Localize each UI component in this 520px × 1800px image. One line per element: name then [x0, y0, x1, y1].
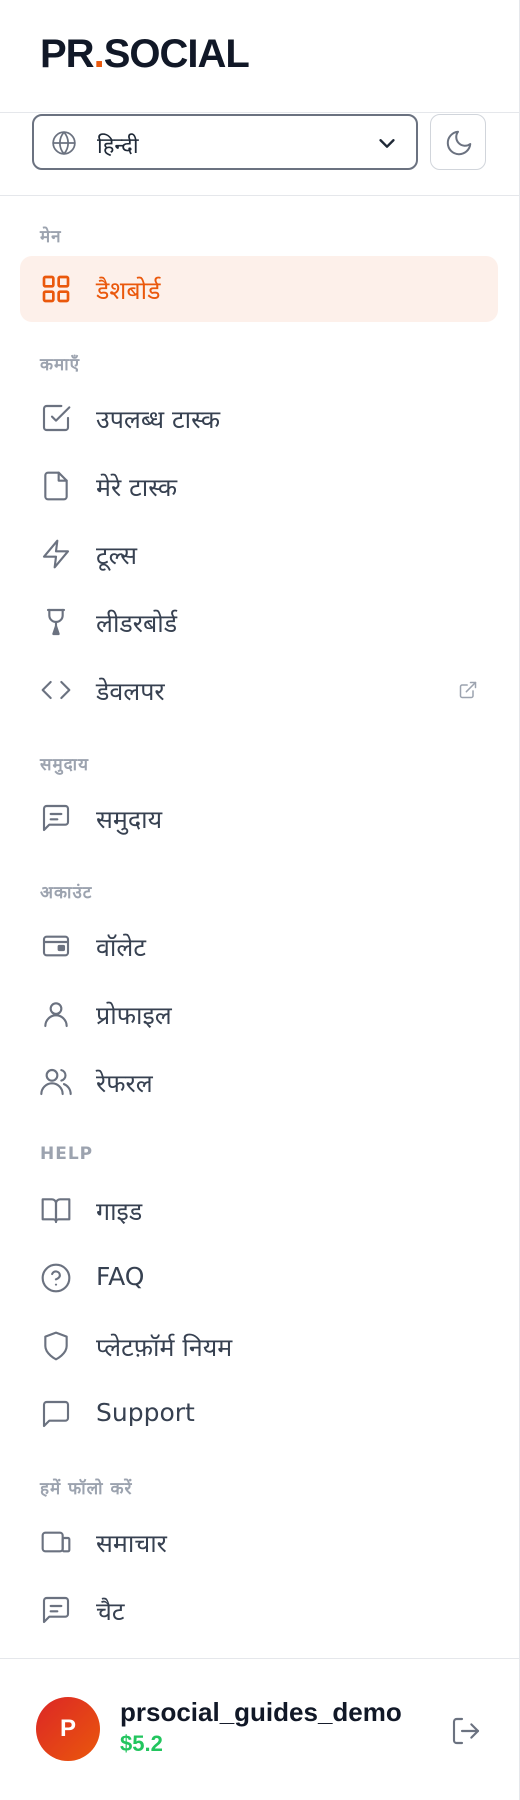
nav-item-guide[interactable]: गाइड — [20, 1177, 498, 1243]
nav-item-my-tasks[interactable]: मेरे टास्क — [20, 453, 498, 519]
nav-label: डैशबोर्ड — [96, 276, 161, 305]
nav-label: समाचार — [96, 1529, 167, 1558]
nav-item-available-tasks[interactable]: उपलब्ध टास्क — [20, 385, 498, 451]
nav-label: डेवलपर — [96, 677, 165, 706]
checkbox-icon — [40, 402, 72, 434]
nav-label: चैट — [96, 1597, 125, 1626]
nav-item-leaderboard[interactable]: लीडरबोर्ड — [20, 589, 498, 655]
wallet-icon — [40, 930, 72, 962]
chevron-down-icon — [376, 132, 398, 154]
file-icon — [40, 470, 72, 502]
nav-item-platform-rules[interactable]: प्लेटफ़ॉर्म नियम — [20, 1313, 498, 1379]
nav-item-wallet[interactable]: वॉलेट — [20, 913, 498, 979]
message-lines-icon — [40, 802, 72, 834]
avatar[interactable]: P — [36, 1697, 100, 1761]
user-icon — [40, 998, 72, 1030]
nav-label: लीडरबोर्ड — [96, 609, 178, 638]
nav-label: वॉलेट — [96, 933, 146, 962]
logout-icon — [452, 1717, 480, 1745]
code-icon — [40, 674, 72, 706]
grid-icon — [40, 273, 72, 305]
brand-logo[interactable]: PR.SOCIAL — [40, 32, 250, 77]
nav-item-referral[interactable]: रेफरल — [20, 1049, 498, 1115]
section-label-help: HELP — [40, 1144, 94, 1164]
theme-toggle-button[interactable] — [430, 114, 486, 170]
sidebar-header: PR.SOCIAL — [0, 0, 519, 113]
nav-item-support[interactable]: Support — [20, 1381, 498, 1447]
section-label-account: अकाउंट — [40, 883, 93, 903]
trophy-icon — [40, 606, 72, 638]
chat-icon — [40, 1594, 72, 1626]
nav-label: Support — [96, 1398, 195, 1427]
nav-label: मेरे टास्क — [96, 473, 178, 502]
language-select-value: हिन्दी — [97, 134, 139, 159]
sidebar-controls: हिन्दी — [0, 113, 519, 196]
nav-label: उपलब्ध टास्क — [96, 405, 221, 434]
sidebar: PR.SOCIAL हिन्दी मेन डैशबोर्ड कमाएँ उपलब… — [0, 0, 520, 1800]
logout-button[interactable] — [450, 1715, 482, 1747]
external-link-icon — [458, 680, 478, 700]
nav-item-developer[interactable]: डेवलपर — [20, 657, 498, 723]
section-label-follow: हमें फॉलो करें — [40, 1479, 133, 1499]
book-open-icon — [40, 1194, 72, 1226]
username: prsocial_guides_demo — [120, 1697, 402, 1727]
globe-icon — [51, 130, 77, 156]
nav-label: प्रोफाइल — [96, 1001, 172, 1030]
section-label-main: मेन — [40, 227, 62, 247]
nav-item-tools[interactable]: टूल्स — [20, 521, 498, 587]
shield-icon — [40, 1330, 72, 1362]
wallet-balance: $5.2 — [120, 1731, 163, 1756]
nav-item-dashboard[interactable]: डैशबोर्ड — [20, 256, 498, 322]
nav-label: गाइड — [96, 1197, 143, 1226]
nav-label: समुदाय — [96, 805, 163, 834]
section-label-earn: कमाएँ — [40, 355, 81, 375]
lightning-icon — [40, 538, 72, 570]
nav-item-community[interactable]: समुदाय — [20, 785, 498, 851]
nav-item-faq[interactable]: FAQ — [20, 1245, 498, 1311]
nav-item-news[interactable]: समाचार — [20, 1509, 498, 1575]
section-label-community: समुदाय — [40, 755, 89, 775]
nav-label: प्लेटफ़ॉर्म नियम — [96, 1333, 233, 1362]
moon-icon — [446, 130, 472, 156]
users-icon — [40, 1066, 72, 1098]
nav-label: FAQ — [96, 1262, 145, 1291]
help-circle-icon — [40, 1262, 72, 1294]
language-select[interactable]: हिन्दी — [32, 114, 418, 170]
message-square-icon — [40, 1398, 72, 1430]
nav-item-chat[interactable]: चैट — [20, 1577, 498, 1643]
devices-icon — [40, 1526, 72, 1558]
nav-label: रेफरल — [96, 1069, 153, 1098]
user-footer: P prsocial_guides_demo $5.2 — [0, 1658, 519, 1800]
nav-item-profile[interactable]: प्रोफाइल — [20, 981, 498, 1047]
nav-label: टूल्स — [96, 541, 138, 570]
